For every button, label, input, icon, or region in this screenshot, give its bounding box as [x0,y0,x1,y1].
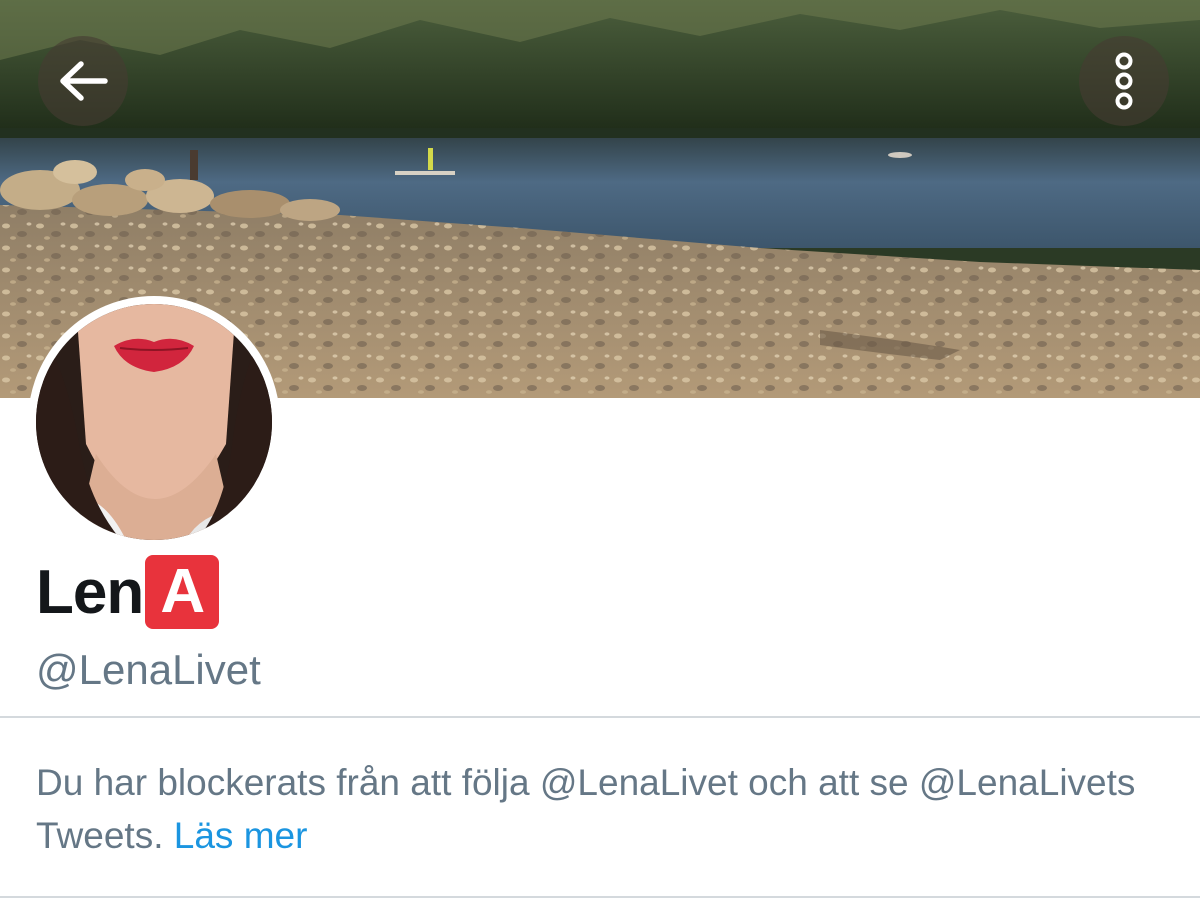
more-options-button[interactable] [1079,36,1169,126]
arrow-left-icon [57,59,109,103]
profile-avatar[interactable] [28,296,280,548]
section-divider [0,716,1200,718]
red-letter-badge-icon: A [145,555,220,629]
read-more-link[interactable]: Läs mer [174,815,308,856]
display-name: Len A [36,555,220,629]
blocked-notice: Du har blockerats från att följa @LenaLi… [36,756,1166,862]
section-divider-bottom [0,896,1200,898]
back-button[interactable] [38,36,128,126]
vertical-dots-icon [1114,51,1134,111]
profile-page: Len A @LenaLivet Du har blockerats från … [0,0,1200,909]
profile-handle: @LenaLivet [36,646,261,693]
display-name-text: Len [36,557,144,627]
